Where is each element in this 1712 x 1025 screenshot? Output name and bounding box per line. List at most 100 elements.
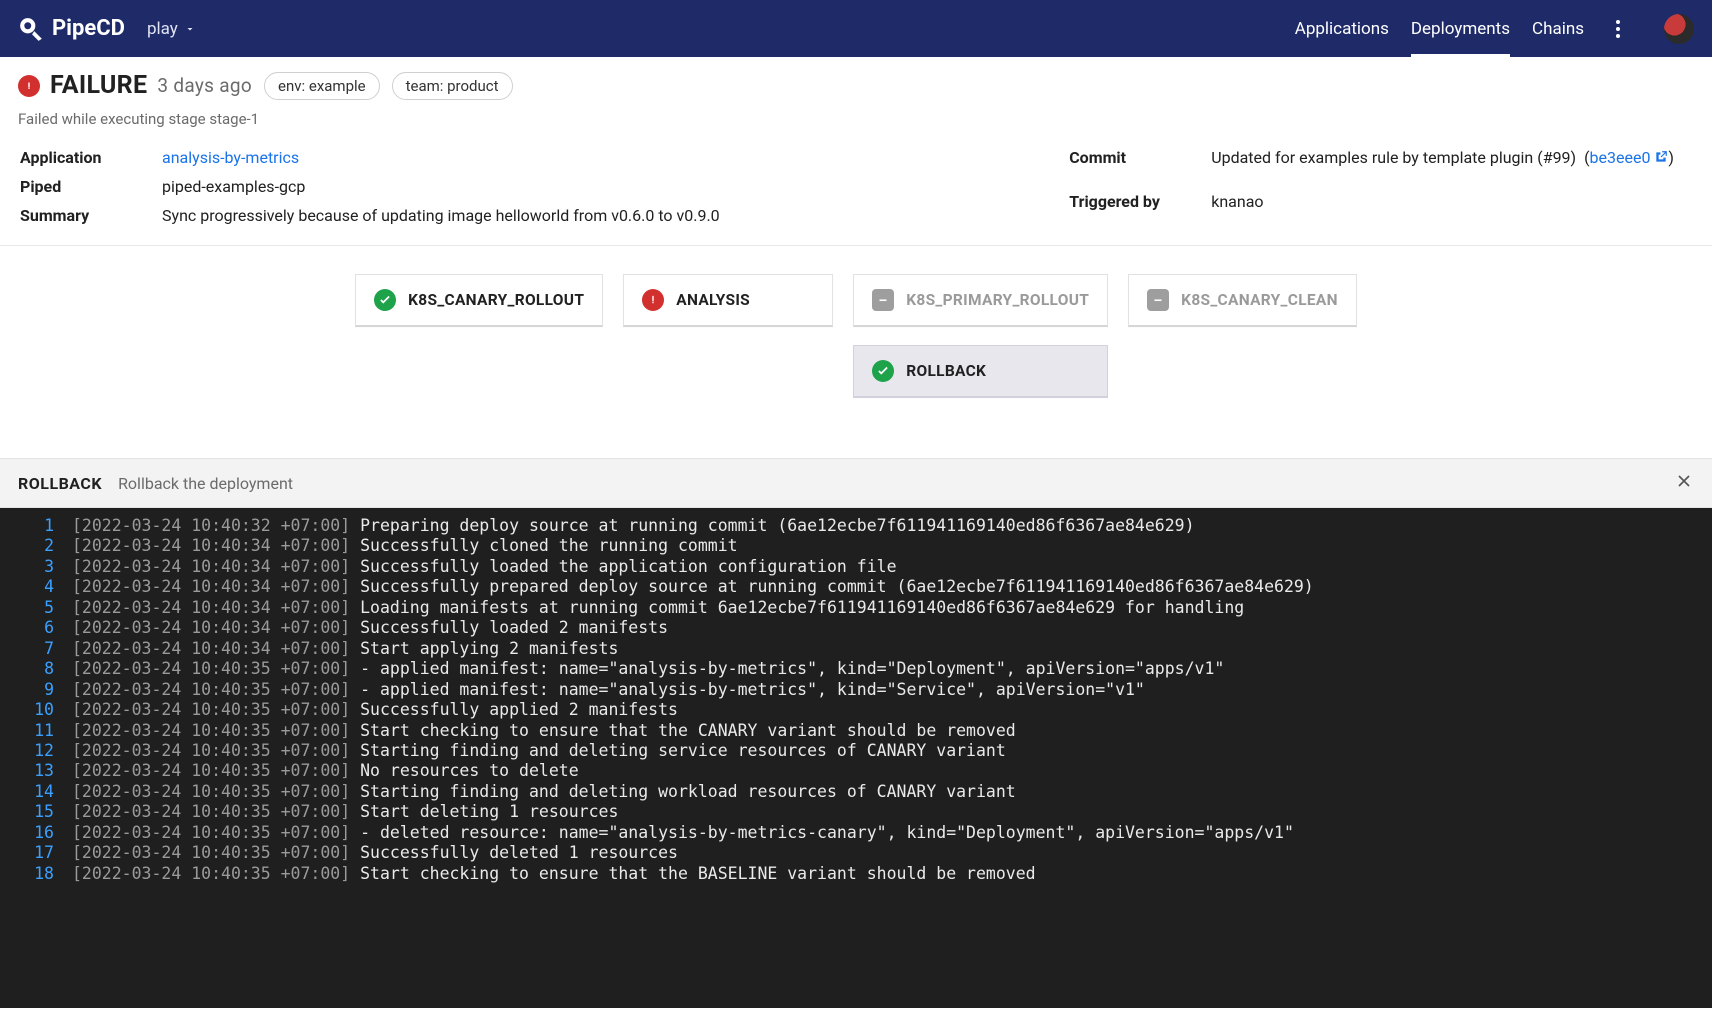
topbar: PipeCD play Applications Deployments Cha…: [0, 0, 1712, 57]
log-message: Starting finding and deleting workload r…: [360, 782, 1016, 801]
log-timestamp: [2022-03-24 10:40:35 +07:00]: [72, 802, 360, 821]
log-line-number: 18: [18, 864, 54, 884]
log-message: Start checking to ensure that the BASELI…: [360, 864, 1036, 883]
log-line-body: [2022-03-24 10:40:35 +07:00] - applied m…: [72, 680, 1145, 700]
log-timestamp: [2022-03-24 10:40:34 +07:00]: [72, 639, 360, 658]
chip-team[interactable]: team: product: [392, 72, 513, 100]
status-label: FAILURE: [50, 71, 147, 100]
stage-rollback[interactable]: ROLLBACK: [853, 345, 1108, 398]
brand-text: PipeCD: [52, 16, 125, 41]
status-age: 3 days ago: [157, 74, 252, 97]
log-line-body: [2022-03-24 10:40:34 +07:00] Successfull…: [72, 536, 738, 556]
log-line: 17 [2022-03-24 10:40:35 +07:00] Successfu…: [0, 843, 1712, 863]
log-line: 9 [2022-03-24 10:40:35 +07:00] - applied …: [0, 680, 1712, 700]
log-line: 5[2022-03-24 10:40:34 +07:00] Loading ma…: [0, 598, 1712, 618]
log-line-number: 14: [18, 782, 54, 802]
skip-icon: [872, 289, 894, 311]
log-line-body: [2022-03-24 10:40:34 +07:00] Start apply…: [72, 639, 618, 659]
status-title: FAILURE 3 days ago: [18, 71, 252, 100]
log-message: Successfully loaded 2 manifests: [360, 618, 668, 637]
log-message: Loading manifests at running commit 6ae1…: [360, 598, 1244, 617]
log-line: 2 [2022-03-24 10:40:34 +07:00] Successful…: [0, 536, 1712, 556]
log-message: Successfully deleted 1 resources: [360, 843, 678, 862]
log-line-body: [2022-03-24 10:40:35 +07:00] Successfull…: [72, 700, 678, 720]
stage-primary-rollout[interactable]: K8S_PRIMARY_ROLLOUT: [853, 274, 1108, 327]
log-timestamp: [2022-03-24 10:40:34 +07:00]: [72, 598, 360, 617]
deployment-header: FAILURE 3 days ago env: example team: pr…: [0, 57, 1712, 138]
log-timestamp: [2022-03-24 10:40:35 +07:00]: [72, 864, 360, 883]
log-line: 10[2022-03-24 10:40:35 +07:00] Successfu…: [0, 700, 1712, 720]
application-label: Application: [20, 144, 160, 171]
log-stage-title: ROLLBACK: [18, 474, 102, 493]
stage-label: K8S_CANARY_ROLLOUT: [408, 291, 584, 309]
log-line-body: [2022-03-24 10:40:35 +07:00] Successfull…: [72, 843, 678, 863]
log-line-number: 9: [18, 680, 54, 700]
log-message: Start checking to ensure that the CANARY…: [360, 721, 1016, 740]
log-line: 13 [2022-03-24 10:40:35 +07:00] No resour…: [0, 761, 1712, 781]
log-message: - deleted resource: name="analysis-by-me…: [360, 823, 1294, 842]
commit-hash: be3eee0: [1590, 148, 1651, 167]
log-stage-desc: Rollback the deployment: [118, 474, 293, 493]
summary-value: Sync progressively because of updating i…: [162, 202, 738, 229]
pipecd-logo-icon: [18, 16, 44, 42]
log-line-body: [2022-03-24 10:40:34 +07:00] Successfull…: [72, 557, 897, 577]
overflow-menu-icon[interactable]: [1606, 17, 1630, 41]
log-timestamp: [2022-03-24 10:40:35 +07:00]: [72, 843, 360, 862]
check-icon: [872, 360, 894, 382]
log-message: - applied manifest: name="analysis-by-me…: [360, 659, 1224, 678]
log-line-body: [2022-03-24 10:40:35 +07:00] Starting fi…: [72, 782, 1016, 802]
log-timestamp: [2022-03-24 10:40:35 +07:00]: [72, 721, 360, 740]
log-line-number: 1: [18, 516, 54, 536]
log-message: Successfully loaded the application conf…: [360, 557, 896, 576]
commit-cell: Updated for examples rule by template pl…: [1211, 144, 1692, 186]
log-line: 14 [2022-03-24 10:40:35 +07:00] Starting …: [0, 782, 1712, 802]
log-timestamp: [2022-03-24 10:40:35 +07:00]: [72, 700, 360, 719]
avatar[interactable]: [1664, 14, 1694, 44]
log-line: 16[2022-03-24 10:40:35 +07:00] - deleted…: [0, 823, 1712, 843]
log-header: ROLLBACK Rollback the deployment: [0, 458, 1712, 508]
log-line-body: [2022-03-24 10:40:35 +07:00] Start check…: [72, 864, 1036, 884]
log-message: Successfully cloned the running commit: [360, 536, 738, 555]
chip-env[interactable]: env: example: [264, 72, 380, 100]
log-message: Successfully applied 2 manifests: [360, 700, 678, 719]
log-message: Starting finding and deleting service re…: [360, 741, 1006, 760]
log-timestamp: [2022-03-24 10:40:34 +07:00]: [72, 577, 360, 596]
project-selector[interactable]: play: [147, 19, 196, 39]
stage-label: K8S_PRIMARY_ROLLOUT: [906, 291, 1089, 309]
log-line-number: 15: [18, 802, 54, 822]
log-line-number: 12: [18, 741, 54, 761]
log-line-body: [2022-03-24 10:40:35 +07:00] No resource…: [72, 761, 579, 781]
log-line: 4[2022-03-24 10:40:34 +07:00] Successful…: [0, 577, 1712, 597]
log-line: 8[2022-03-24 10:40:35 +07:00] - applied …: [0, 659, 1712, 679]
application-link[interactable]: analysis-by-metrics: [162, 148, 299, 167]
top-nav: Applications Deployments Chains: [1295, 1, 1694, 57]
stage-label: ROLLBACK: [906, 362, 986, 380]
skip-icon: [1147, 289, 1169, 311]
nav-deployments[interactable]: Deployments: [1411, 1, 1510, 57]
log-line: 11[2022-03-24 10:40:35 +07:00] Start che…: [0, 721, 1712, 741]
log-timestamp: [2022-03-24 10:40:35 +07:00]: [72, 680, 360, 699]
project-name: play: [147, 19, 178, 39]
chevron-down-icon: [184, 23, 196, 35]
close-log-button[interactable]: [1674, 471, 1694, 495]
log-line-number: 13: [18, 761, 54, 781]
log-line-number: 2: [18, 536, 54, 556]
log-timestamp: [2022-03-24 10:40:35 +07:00]: [72, 741, 360, 760]
commit-hash-link[interactable]: be3eee0: [1590, 148, 1669, 167]
stage-label: K8S_CANARY_CLEAN: [1181, 291, 1338, 309]
stage-analysis[interactable]: ANALYSIS: [623, 274, 833, 327]
log-timestamp: [2022-03-24 10:40:34 +07:00]: [72, 618, 360, 637]
log-line-number: 17: [18, 843, 54, 863]
nav-chains[interactable]: Chains: [1532, 1, 1584, 57]
stage-canary-rollout[interactable]: K8S_CANARY_ROLLOUT: [355, 274, 603, 327]
meta-right: Commit Updated for examples rule by temp…: [1067, 142, 1694, 231]
log-line-body: [2022-03-24 10:40:35 +07:00] Start check…: [72, 721, 1016, 741]
log-line: 18 [2022-03-24 10:40:35 +07:00] Start che…: [0, 864, 1712, 884]
brand-logo[interactable]: PipeCD: [18, 16, 125, 42]
log-console: 1[2022-03-24 10:40:32 +07:00] Preparing …: [0, 508, 1712, 1008]
nav-applications[interactable]: Applications: [1295, 1, 1389, 57]
log-message: No resources to delete: [360, 761, 579, 780]
stage-canary-clean[interactable]: K8S_CANARY_CLEAN: [1128, 274, 1357, 327]
log-line: 1[2022-03-24 10:40:32 +07:00] Preparing …: [0, 516, 1712, 536]
log-timestamp: [2022-03-24 10:40:35 +07:00]: [72, 659, 360, 678]
